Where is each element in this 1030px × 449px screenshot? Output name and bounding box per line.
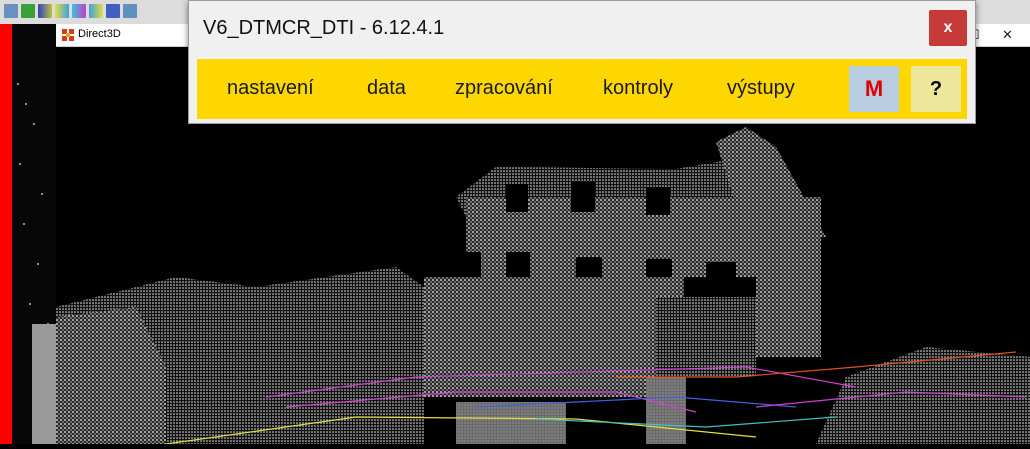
toolbar-icons — [4, 4, 137, 20]
garden-wall — [424, 277, 684, 397]
left-pointcloud — [17, 83, 58, 444]
snap-icon[interactable] — [4, 4, 18, 18]
section-icon[interactable] — [89, 4, 103, 18]
fence — [456, 402, 566, 444]
menu-nastaveni[interactable]: nastavení — [227, 77, 314, 100]
close-button[interactable]: x — [929, 10, 967, 46]
direct3d-title: Direct3D — [78, 28, 121, 40]
side-wall — [756, 197, 821, 357]
menu-kontroly[interactable]: kontroly — [603, 77, 673, 100]
dialog-titlebar[interactable]: V6_DTMCR_DTI - 6.12.4.1 x — [189, 1, 975, 56]
house-base — [656, 297, 756, 377]
arrow-icon[interactable] — [106, 4, 120, 18]
left-view-border — [0, 24, 12, 444]
host-window-controls: ☐ ✕ — [968, 24, 1030, 46]
direct3d-logo-icon — [62, 29, 74, 41]
v6-dtmcr-dialog[interactable]: V6_DTMCR_DTI - 6.12.4.1 x nastavení data… — [188, 0, 976, 124]
m-button[interactable]: M — [849, 66, 899, 112]
profile-icon[interactable] — [72, 4, 86, 18]
close-icon[interactable]: ✕ — [1002, 27, 1013, 43]
settings-icon[interactable] — [123, 4, 137, 18]
menu-zpracovani[interactable]: zpracování — [455, 77, 553, 100]
layer-icon[interactable] — [21, 4, 35, 18]
line-style-icon[interactable] — [38, 4, 52, 18]
menu-data[interactable]: data — [367, 77, 406, 100]
left-view-panel — [12, 24, 58, 444]
help-button[interactable]: ? — [911, 66, 961, 112]
dialog-menu-bar: nastavení data zpracování kontroly výstu… — [197, 59, 967, 119]
dialog-title: V6_DTMCR_DTI - 6.12.4.1 — [203, 17, 445, 39]
measure-icon[interactable] — [55, 4, 69, 18]
menu-vystupy[interactable]: výstupy — [727, 77, 795, 100]
fence-post — [646, 377, 686, 444]
